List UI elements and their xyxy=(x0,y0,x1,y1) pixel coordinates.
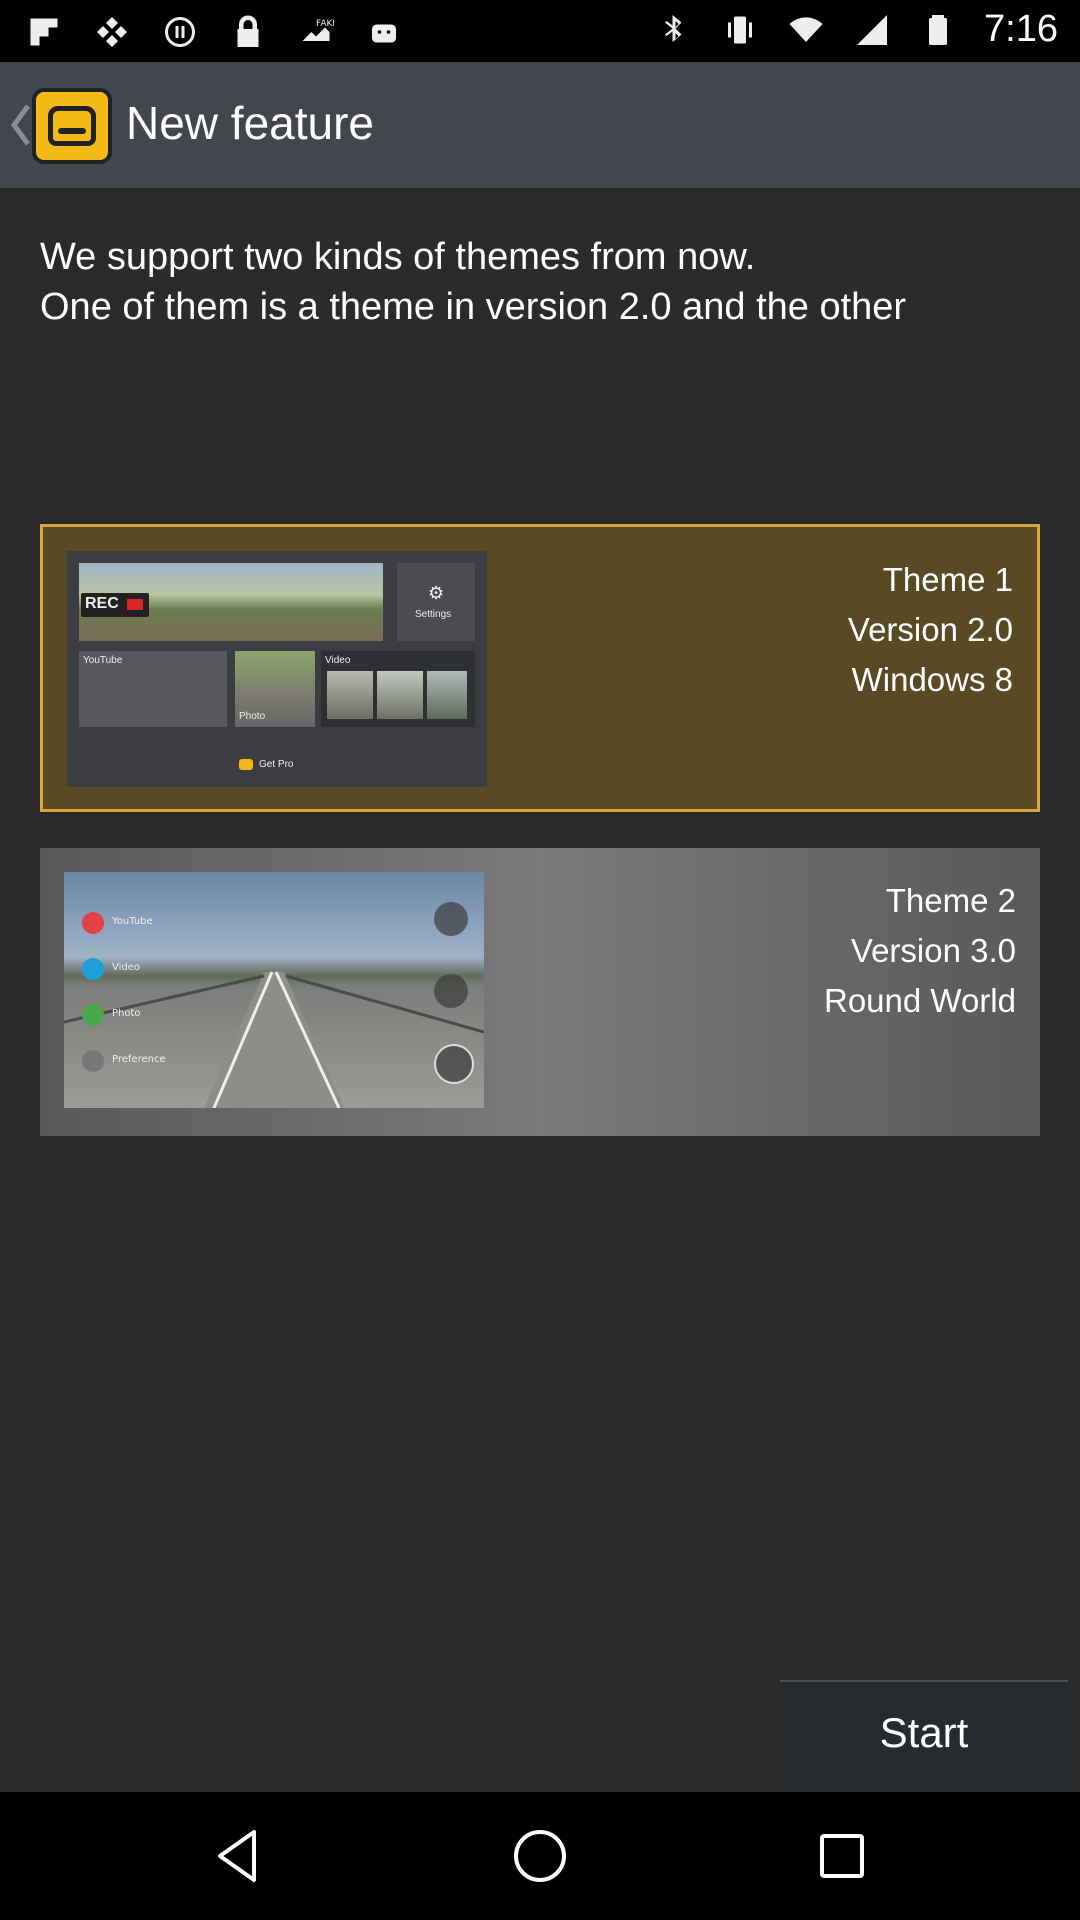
lock-icon xyxy=(228,12,268,52)
svg-text:FAKE: FAKE xyxy=(316,19,334,29)
status-bar: FAKE 7:16 xyxy=(0,0,1080,62)
description-text: We support two kinds of themes from now.… xyxy=(40,232,1040,472)
theme-1-style: Windows 8 xyxy=(851,661,1013,698)
theme-2-card[interactable]: YouTube Video Photo Preference Theme 2 V… xyxy=(40,848,1040,1136)
theme-2-name: Theme 2 xyxy=(885,882,1016,919)
video-label: Video xyxy=(325,655,351,666)
photo-icon xyxy=(92,12,132,52)
photo-label: Photo xyxy=(112,1008,141,1019)
description-line-2: One of them is a theme in version 2.0 an… xyxy=(40,286,907,328)
road-image xyxy=(64,971,484,1108)
photo-icon xyxy=(82,1004,104,1026)
theme-2-version: Version 3.0 xyxy=(850,932,1016,969)
android-icon xyxy=(364,12,404,52)
preference-label: Preference xyxy=(112,1054,166,1065)
signal-icon xyxy=(852,10,892,50)
bluetooth-icon xyxy=(654,10,694,50)
home-circle-icon[interactable] xyxy=(506,1822,574,1890)
get-pro-label: Get Pro xyxy=(259,759,294,770)
settings-gear-icon: ⚙ xyxy=(428,583,445,603)
theme-2-thumbnail: YouTube Video Photo Preference xyxy=(64,872,484,1108)
camera-icon xyxy=(434,902,468,936)
youtube-icon xyxy=(82,912,104,934)
wifi-icon xyxy=(786,10,826,50)
vibrate-icon xyxy=(720,10,760,50)
rec-label: REC xyxy=(85,595,119,612)
video-camera-icon xyxy=(434,974,468,1008)
back-triangle-icon[interactable] xyxy=(206,1822,274,1890)
theme-1-thumbnail: REC ⚙ Settings YouTube Photo Video Get P… xyxy=(67,551,487,787)
page-title: New feature xyxy=(126,97,375,149)
round-view-icon xyxy=(434,1044,474,1084)
preference-icon xyxy=(82,1050,104,1072)
video-icon xyxy=(82,958,104,980)
flipboard-icon xyxy=(24,12,64,52)
start-button[interactable]: Start xyxy=(780,1680,1068,1784)
media-icon xyxy=(160,12,200,52)
fake-gps-icon: FAKE xyxy=(296,12,336,52)
description-line-1: We support two kinds of themes from now. xyxy=(40,236,756,278)
settings-label: Settings xyxy=(415,609,452,620)
video-label: Video xyxy=(112,962,141,973)
navigation-bar xyxy=(0,1792,1080,1920)
youtube-label: YouTube xyxy=(112,916,153,927)
app-logo-icon[interactable] xyxy=(32,88,112,164)
theme-1-version: Version 2.0 xyxy=(847,611,1013,648)
theme-2-style: Round World xyxy=(824,982,1016,1019)
youtube-label: YouTube xyxy=(83,655,123,666)
status-time: 7:16 xyxy=(984,8,1058,50)
theme-1-name: Theme 1 xyxy=(882,561,1013,598)
app-bar: New feature xyxy=(0,62,1080,188)
photo-label: Photo xyxy=(239,711,266,722)
content-area: We support two kinds of themes from now.… xyxy=(0,188,1080,1792)
battery-icon xyxy=(918,10,958,50)
chevron-left-icon[interactable] xyxy=(8,102,34,148)
recents-square-icon[interactable] xyxy=(808,1822,876,1890)
theme-1-card[interactable]: REC ⚙ Settings YouTube Photo Video Get P… xyxy=(40,524,1040,812)
